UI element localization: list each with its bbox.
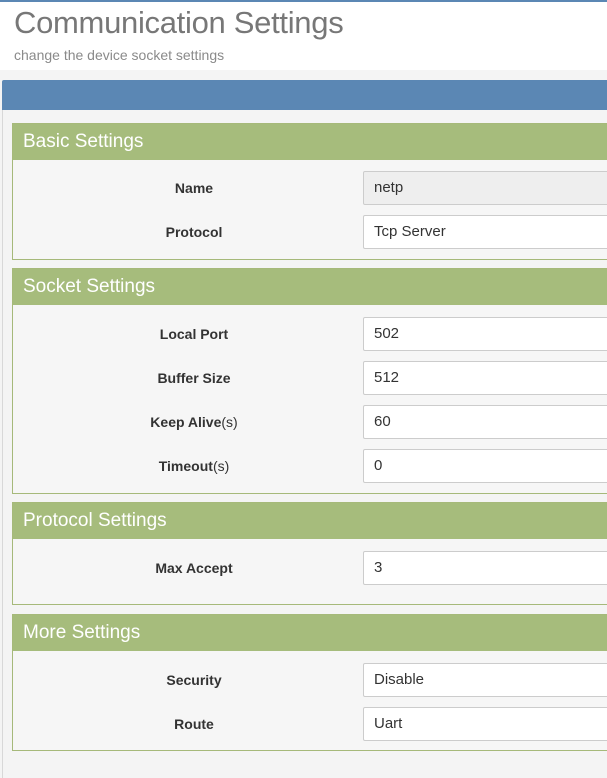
route-label: Route: [174, 716, 214, 732]
buffer-size-input[interactable]: 512: [363, 361, 607, 395]
keep-alive-label: Keep Alive(s): [13, 405, 375, 439]
buffer-size-label: Buffer Size: [157, 370, 231, 386]
timeout-label: Timeout(s): [13, 449, 375, 483]
keep-alive-input[interactable]: 60: [363, 405, 607, 439]
basic-settings-panel: Basic Settings Name netp Protocol Tcp Se…: [12, 123, 607, 260]
name-field: netp: [363, 171, 607, 205]
basic-settings-heading: Basic Settings: [13, 124, 607, 160]
local-port-input[interactable]: 502: [363, 317, 607, 351]
security-select[interactable]: Disable: [363, 663, 607, 697]
route-row: Route Uart: [13, 707, 607, 741]
protocol-label: Protocol: [165, 224, 223, 240]
protocol-settings-heading: Protocol Settings: [13, 503, 607, 539]
protocol-select[interactable]: Tcp Server: [363, 215, 607, 249]
security-row: Security Disable: [13, 663, 607, 697]
local-port-row: Local Port 502: [13, 317, 607, 351]
socket-settings-heading: Socket Settings: [13, 269, 607, 305]
section-header-bar: [2, 80, 607, 110]
security-label: Security: [166, 672, 222, 688]
page-header: Communication Settings change the device…: [0, 2, 607, 70]
page-title: Communication Settings: [14, 5, 344, 40]
route-select[interactable]: Uart: [363, 707, 607, 741]
socket-settings-panel: Socket Settings Local Port 502 Buffer Si…: [12, 268, 607, 494]
max-accept-label: Max Accept: [155, 560, 233, 576]
protocol-settings-panel: Protocol Settings Max Accept 3: [12, 502, 607, 605]
more-settings-panel: More Settings Security Disable Route Uar…: [12, 614, 607, 751]
timeout-row: Timeout(s) 0: [13, 449, 607, 483]
max-accept-input[interactable]: 3: [363, 551, 607, 585]
buffer-size-row: Buffer Size 512: [13, 361, 607, 395]
keep-alive-unit: (s): [221, 414, 238, 430]
name-row: Name netp: [13, 171, 607, 205]
page-subtitle: change the device socket settings: [14, 47, 225, 63]
max-accept-row: Max Accept 3: [13, 551, 607, 585]
keep-alive-row: Keep Alive(s) 60: [13, 405, 607, 439]
local-port-label: Local Port: [159, 326, 229, 342]
timeout-input[interactable]: 0: [363, 449, 607, 483]
more-settings-heading: More Settings: [13, 615, 607, 651]
timeout-label-text: Timeout: [158, 458, 213, 474]
timeout-unit: (s): [212, 458, 230, 474]
keep-alive-label-text: Keep Alive: [150, 414, 222, 430]
name-label: Name: [174, 180, 214, 196]
protocol-row: Protocol Tcp Server: [13, 215, 607, 249]
